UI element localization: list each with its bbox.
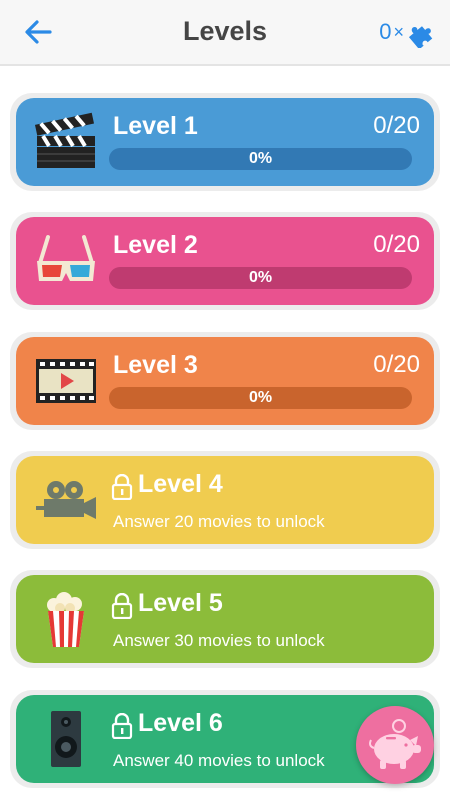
unlock-requirement: Answer 30 movies to unlock	[113, 631, 325, 650]
lock-icon	[111, 593, 133, 619]
level-card-2[interactable]: Level 2 0/20 0%	[10, 212, 440, 310]
unlock-requirement: Answer 20 movies to unlock	[113, 512, 325, 531]
piggy-bank-icon	[369, 719, 421, 769]
piggy-bank-button[interactable]	[356, 706, 434, 784]
unlock-requirement: Answer 40 movies to unlock	[113, 751, 325, 770]
level-title: Level 5	[138, 589, 223, 617]
speaker-icon	[51, 711, 81, 767]
progress-percent: 0%	[248, 389, 273, 406]
level-card-3[interactable]: Level 3 0/20 0%	[10, 332, 440, 430]
puzzle-piece-icon	[408, 26, 433, 48]
hint-count: 0	[379, 19, 392, 44]
progress-percent: 0%	[248, 150, 273, 167]
lock-icon	[111, 474, 133, 500]
3d-glasses-icon	[37, 235, 95, 281]
level-progress-count: 0/20	[373, 351, 420, 378]
level-title: Level 3	[113, 351, 198, 379]
lock-icon	[111, 713, 133, 739]
movie-camera-icon	[36, 481, 96, 519]
level-2-panel[interactable]: Level 2 0/20 0%	[16, 217, 434, 305]
hint-counter[interactable]: 0 ×	[379, 16, 438, 48]
progress-bar: 0%	[109, 267, 412, 289]
level-card-1[interactable]: Level 1 0/20 0%	[10, 93, 440, 191]
progress-bar: 0%	[109, 387, 412, 409]
film-play-icon	[36, 359, 96, 403]
level-progress-count: 0/20	[373, 231, 420, 258]
level-title: Level 1	[113, 112, 198, 140]
top-bar: Levels 0 ×	[0, 0, 450, 66]
clapperboard-icon	[34, 112, 95, 168]
level-5-panel[interactable]: Level 5 Answer 30 movies to unlock	[16, 575, 434, 663]
hint-multiplier: ×	[393, 21, 404, 42]
level-title: Level 6	[138, 709, 223, 737]
level-3-panel[interactable]: Level 3 0/20 0%	[16, 337, 434, 425]
popcorn-icon	[47, 592, 84, 647]
level-title: Level 2	[113, 231, 198, 259]
level-title: Level 4	[138, 470, 223, 498]
progress-percent: 0%	[248, 269, 273, 286]
level-1-panel[interactable]: Level 1 0/20 0%	[16, 98, 434, 186]
level-card-5[interactable]: Level 5 Answer 30 movies to unlock	[10, 570, 440, 668]
level-progress-count: 0/20	[373, 112, 420, 139]
level-4-panel[interactable]: Level 4 Answer 20 movies to unlock	[16, 456, 434, 544]
progress-bar: 0%	[109, 148, 412, 170]
level-card-4[interactable]: Level 4 Answer 20 movies to unlock	[10, 451, 440, 549]
